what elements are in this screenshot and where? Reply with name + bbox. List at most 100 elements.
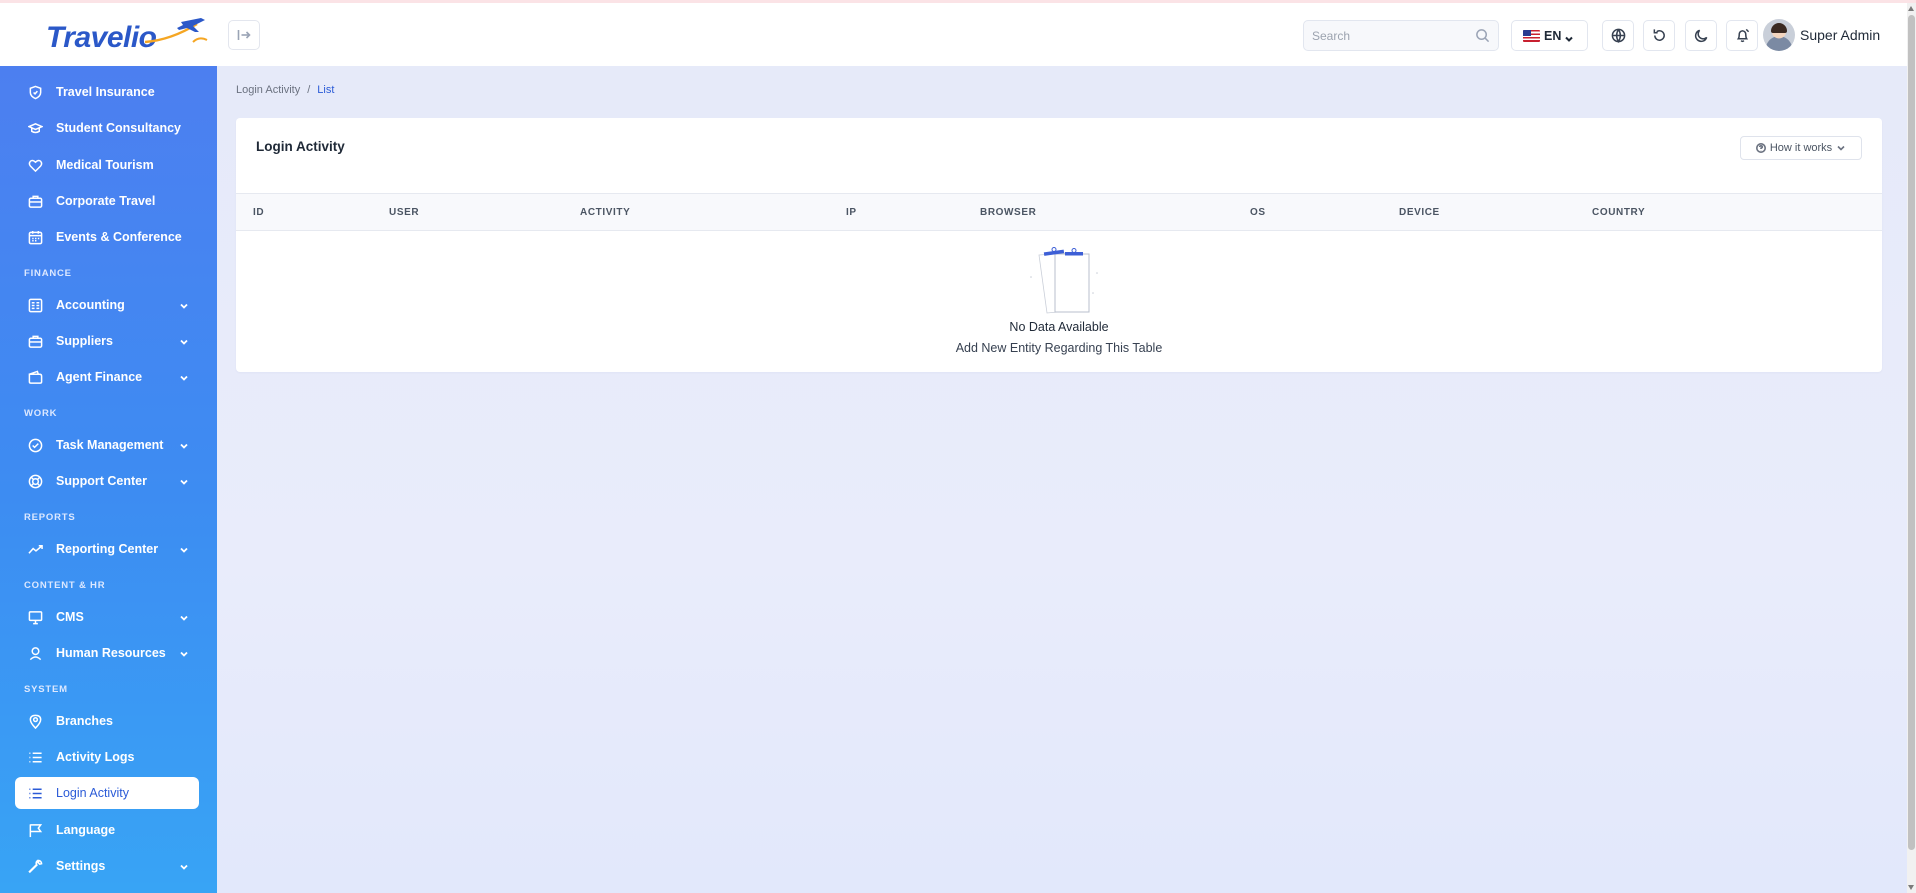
language-code: EN: [1544, 28, 1562, 43]
user-name: Super Admin: [1800, 27, 1881, 43]
sidebar-item-agent-finance[interactable]: Agent Finance: [15, 361, 199, 393]
empty-state-title: No Data Available: [1009, 320, 1109, 334]
shield-icon: [27, 84, 43, 100]
sidebar-item-human-resources[interactable]: Human Resources: [15, 637, 199, 669]
scroll-down-arrow-icon[interactable]: [1908, 885, 1914, 890]
section-title-reports: REPORTS: [24, 512, 76, 523]
chevron-down-icon: [179, 476, 189, 486]
empty-state: No Data Available Add New Entity Regardi…: [236, 231, 1882, 372]
column-header-ip[interactable]: IP: [846, 207, 857, 218]
sidebar-item-cms[interactable]: CMS: [15, 601, 199, 633]
sidebar-item-student-consultancy[interactable]: Student Consultancy: [15, 112, 199, 144]
chevron-down-icon: [1837, 145, 1845, 151]
column-header-device[interactable]: DEVICE: [1399, 207, 1440, 218]
login-activity-card: Login Activity How it works ID USER ACTI…: [236, 118, 1882, 372]
globe-button[interactable]: [1602, 20, 1634, 51]
sidebar-item-label: Agent Finance: [56, 370, 143, 384]
lifebuoy-icon: [27, 473, 43, 489]
column-header-activity[interactable]: ACTIVITY: [580, 207, 630, 218]
sidebar-item-travel-insurance[interactable]: Travel Insurance: [15, 76, 199, 108]
chevron-down-icon: [179, 861, 189, 871]
sidebar-item-branches[interactable]: Branches: [15, 705, 199, 737]
breadcrumb-parent[interactable]: Login Activity: [236, 84, 300, 96]
sidebar-item-support-center[interactable]: Support Center: [15, 465, 199, 497]
empty-state-subtitle: Add New Entity Regarding This Table: [955, 341, 1163, 355]
sidebar-item-reporting-center[interactable]: Reporting Center: [15, 533, 199, 565]
column-header-id[interactable]: ID: [253, 207, 264, 218]
top-header: EN Super Admin: [217, 3, 1907, 66]
how-it-works-label: How it works: [1769, 142, 1833, 154]
bell-off-icon: [1736, 28, 1749, 43]
sidebar-item-task-management[interactable]: Task Management: [15, 429, 199, 461]
how-it-works-button[interactable]: How it works: [1740, 136, 1862, 160]
sidebar-item-label: Support Center: [56, 474, 147, 488]
sidebar-item-medical-tourism[interactable]: Medical Tourism: [15, 149, 199, 181]
sidebar-item-login-activity[interactable]: Login Activity: [15, 777, 199, 809]
logo-bar: Travelio: [0, 3, 217, 66]
column-header-user[interactable]: USER: [389, 207, 419, 218]
language-selector[interactable]: EN: [1511, 20, 1588, 51]
list-icon: [27, 749, 43, 765]
chevron-down-icon: [179, 648, 189, 658]
sidebar: Travelio Travel Insurance Student Consul…: [0, 3, 217, 893]
breadcrumb-separator: /: [307, 84, 311, 96]
chevron-down-icon: [179, 612, 189, 622]
sidebar-item-label: Login Activity: [56, 786, 129, 800]
list-icon: [27, 785, 43, 801]
wrench-icon: [27, 858, 43, 874]
main-content: Login Activity / List Login Activity How…: [217, 66, 1907, 893]
page-scrollbar[interactable]: [1907, 3, 1916, 893]
search-icon[interactable]: [1475, 28, 1490, 43]
sidebar-item-accounting[interactable]: Accounting: [15, 289, 199, 321]
column-header-country[interactable]: COUNTRY: [1592, 207, 1645, 218]
graduation-cap-icon: [27, 120, 43, 136]
sidebar-item-suppliers[interactable]: Suppliers: [15, 325, 199, 357]
notifications-button[interactable]: [1726, 20, 1758, 51]
table-header: ID USER ACTIVITY IP BROWSER OS DEVICE CO…: [236, 193, 1882, 231]
help-circle-icon: [1755, 143, 1766, 153]
column-header-browser[interactable]: BROWSER: [980, 207, 1036, 218]
sidebar-item-label: Student Consultancy: [56, 121, 182, 135]
wallet-icon: [27, 369, 43, 385]
search-box: [1303, 20, 1499, 51]
app-logo[interactable]: Travelio: [46, 18, 208, 55]
sidebar-toggle-button[interactable]: [228, 20, 260, 50]
sidebar-item-label: Accounting: [56, 298, 125, 312]
column-header-os[interactable]: OS: [1250, 207, 1266, 218]
scroll-up-arrow-icon[interactable]: [1908, 6, 1914, 11]
sidebar-item-label: Travel Insurance: [56, 85, 155, 99]
sidebar-item-events-conference[interactable]: Events & Conference: [15, 221, 199, 253]
theme-toggle-button[interactable]: [1685, 20, 1717, 51]
section-title-content-hr: CONTENT & HR: [24, 580, 106, 591]
empty-clipboard-illustration: [1030, 247, 1098, 314]
heart-icon: [27, 157, 43, 173]
chevron-down-icon: [179, 544, 189, 554]
section-title-work: WORK: [24, 408, 58, 419]
sidebar-item-label: Branches: [56, 714, 113, 728]
sidebar-item-label: Language: [56, 823, 116, 837]
chevron-down-icon: [179, 372, 189, 382]
scrollbar-thumb[interactable]: [1908, 15, 1915, 850]
sidebar-item-settings[interactable]: Settings: [15, 850, 199, 882]
collapse-sidebar-icon: [237, 30, 251, 40]
chevron-down-icon: [179, 300, 189, 310]
app-logo-text: Travelio: [46, 21, 157, 54]
flag-icon: [27, 822, 43, 838]
search-input[interactable]: [1304, 21, 1464, 50]
briefcase-icon: [27, 193, 43, 209]
chevron-down-icon: [179, 336, 189, 346]
user-menu[interactable]: Super Admin: [1763, 18, 1880, 52]
sidebar-item-label: Settings: [56, 859, 106, 873]
sidebar-item-label: Reporting Center: [56, 542, 159, 556]
chevron-down-icon: [179, 440, 189, 450]
user-badge-icon: [27, 645, 43, 661]
sidebar-item-corporate-travel[interactable]: Corporate Travel: [15, 185, 199, 217]
us-flag-icon: [1523, 29, 1540, 42]
monitor-icon: [27, 609, 43, 625]
chevron-down-icon: [1564, 31, 1574, 42]
refresh-button[interactable]: [1643, 20, 1675, 51]
sidebar-item-language[interactable]: Language: [15, 814, 199, 846]
sidebar-item-activity-logs[interactable]: Activity Logs: [15, 741, 199, 773]
calendar-icon: [27, 229, 43, 245]
check-circle-icon: [27, 437, 43, 453]
